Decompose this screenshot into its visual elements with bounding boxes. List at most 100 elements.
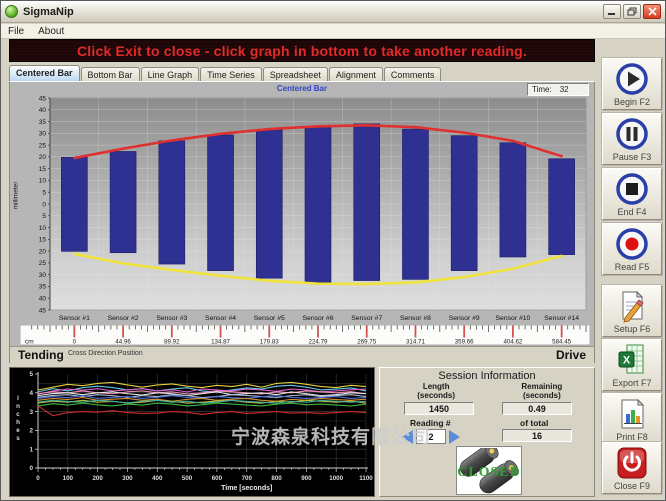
tab-comments[interactable]: Comments	[384, 67, 442, 81]
svg-text:500: 500	[182, 475, 193, 482]
svg-text:45: 45	[39, 96, 47, 102]
svg-text:25: 25	[39, 260, 47, 267]
svg-text:I: I	[17, 395, 19, 402]
nip-closed-image: CLOSED	[456, 446, 522, 495]
close-button[interactable]: Close F9	[602, 442, 662, 494]
machine-side-row: Tending Cross Direction Position Drive	[10, 346, 594, 364]
svg-text:Sensor #4: Sensor #4	[205, 315, 236, 322]
menu-file[interactable]: File	[1, 26, 31, 37]
next-reading-button[interactable]	[449, 430, 460, 444]
svg-text:30: 30	[39, 131, 47, 138]
length-label: Length(seconds)	[388, 383, 484, 400]
rollers-icon: CLOSED	[458, 448, 520, 494]
watermark-text: 宁波森泉科技有限公司	[231, 422, 431, 449]
restore-button[interactable]	[623, 4, 641, 19]
exit-banner-text: Click Exit to close - click graph in bot…	[77, 43, 527, 59]
close-window-button[interactable]	[643, 4, 661, 19]
tab-line-graph[interactable]: Line Graph	[141, 67, 200, 81]
export-button[interactable]: X Export F7	[602, 339, 662, 391]
svg-text:10: 10	[39, 178, 47, 185]
time-readout: Time: 32	[527, 83, 589, 96]
drive-side-label: Drive	[556, 348, 586, 362]
setup-document-icon	[615, 288, 649, 324]
svg-text:359.66: 359.66	[455, 339, 474, 346]
end-button[interactable]: End F4	[602, 168, 662, 220]
begin-button[interactable]: Begin F2	[602, 58, 662, 110]
svg-text:0: 0	[29, 465, 33, 472]
svg-text:1000: 1000	[329, 475, 343, 482]
cross-direction-ruler: 044.9689.92134.87179.83224.79269.75314.7…	[20, 325, 590, 347]
tab-bottom-bar[interactable]: Bottom Bar	[81, 67, 140, 81]
chart-title: Centered Bar	[10, 84, 594, 93]
svg-text:Sensor #10: Sensor #10	[496, 315, 531, 322]
time-label: Time:	[532, 85, 552, 94]
session-title: Session Information	[380, 370, 594, 382]
svg-text:5: 5	[29, 371, 33, 378]
svg-text:20: 20	[39, 248, 47, 255]
svg-text:0: 0	[36, 475, 40, 482]
svg-text:35: 35	[39, 119, 47, 126]
tab-alignment[interactable]: Alignment	[329, 67, 383, 81]
svg-text:Sensor #14: Sensor #14	[544, 315, 579, 322]
svg-text:30: 30	[39, 272, 47, 279]
svg-text:Sensor #9: Sensor #9	[449, 315, 480, 322]
svg-text:40: 40	[39, 296, 47, 303]
window-title: SigmaNip	[23, 6, 603, 18]
print-button[interactable]: Print F8	[602, 393, 662, 445]
svg-text:c: c	[16, 411, 20, 418]
tab-centered-bar[interactable]: Centered Bar	[9, 65, 80, 81]
app-icon	[5, 5, 18, 18]
svg-text:15: 15	[39, 166, 47, 173]
setup-button[interactable]: Setup F6	[602, 285, 662, 337]
svg-text:584.45: 584.45	[552, 339, 571, 346]
svg-text:600: 600	[212, 475, 223, 482]
svg-text:cm: cm	[25, 339, 34, 346]
svg-text:3: 3	[29, 409, 33, 416]
view-tabs: Centered Bar Bottom Bar Line Graph Time …	[9, 65, 442, 81]
menu-bar: File About	[1, 24, 665, 39]
svg-text:Sensor #5: Sensor #5	[254, 315, 285, 322]
power-icon	[615, 445, 649, 481]
svg-text:4: 4	[29, 390, 33, 397]
tab-time-series[interactable]: Time Series	[200, 67, 262, 81]
svg-text:400: 400	[152, 475, 163, 482]
svg-text:269.75: 269.75	[357, 339, 376, 346]
of-total-label: of total	[520, 418, 548, 428]
svg-text:700: 700	[242, 475, 253, 482]
minimize-button[interactable]	[603, 4, 621, 19]
svg-text:300: 300	[122, 475, 133, 482]
centered-bar-chart[interactable]: 45403530252015105051015202530354045Senso…	[20, 96, 590, 324]
svg-text:CLOSED: CLOSED	[458, 465, 520, 480]
svg-text:314.71: 314.71	[406, 339, 425, 346]
tab-spreadsheet[interactable]: Spreadsheet	[263, 67, 328, 81]
app-window: SigmaNip File About Click Exit to close …	[0, 0, 666, 501]
svg-text:35: 35	[39, 284, 47, 291]
svg-text:5: 5	[42, 213, 46, 220]
svg-text:40: 40	[39, 107, 47, 114]
svg-text:179.83: 179.83	[260, 339, 279, 346]
svg-text:25: 25	[39, 142, 47, 149]
svg-text:10: 10	[39, 225, 47, 232]
read-button[interactable]: Read F5	[602, 223, 662, 275]
svg-text:2: 2	[29, 428, 33, 435]
record-icon	[615, 226, 649, 262]
svg-text:200: 200	[92, 475, 103, 482]
svg-text:Time [seconds]: Time [seconds]	[221, 485, 272, 492]
svg-text:224.79: 224.79	[309, 339, 328, 346]
svg-text:0: 0	[42, 201, 46, 208]
svg-text:Sensor #3: Sensor #3	[156, 315, 187, 322]
svg-text:e: e	[16, 427, 20, 434]
pause-button[interactable]: Pause F3	[602, 113, 662, 165]
menu-about[interactable]: About	[31, 26, 71, 37]
total-readings-value: 16	[502, 429, 572, 442]
svg-text:44.96: 44.96	[115, 339, 131, 346]
title-bar[interactable]: SigmaNip	[1, 1, 665, 23]
svg-text:Sensor #8: Sensor #8	[400, 315, 431, 322]
svg-text:n: n	[16, 403, 20, 410]
svg-text:X: X	[623, 355, 631, 367]
main-y-axis-label: millimeter	[13, 176, 20, 216]
svg-text:20: 20	[39, 154, 47, 161]
svg-text:1100: 1100	[359, 475, 373, 482]
svg-text:s: s	[16, 435, 20, 442]
excel-icon: X	[615, 342, 649, 378]
